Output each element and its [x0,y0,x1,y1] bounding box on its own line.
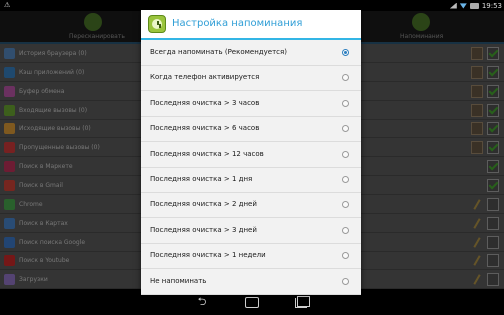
reminder-option[interactable]: Последняя очистка > 1 недели [141,243,361,270]
radio-button[interactable] [342,125,349,133]
reminder-option[interactable]: Последняя очистка > 3 дней [141,218,361,244]
recent-apps-icon[interactable] [294,295,312,309]
dialog-title: Настройка напоминания [172,18,303,29]
status-indicators: 19:53 [449,0,502,11]
battery-icon [469,2,479,9]
screen: ⚠ 19:53 Пересканировать Напоминания Исто… [0,0,504,315]
reminder-option-label: Всегда напоминать (Рекомендуется) [150,48,287,56]
wifi-icon [459,3,467,9]
reminder-option[interactable]: Последняя очистка > 6 часов [141,116,361,143]
status-time: 19:53 [481,1,502,10]
reminder-option-label: Последняя очистка > 2 дней [150,200,257,209]
reminder-option[interactable]: Последняя очистка > 3 часов [141,91,361,117]
radio-button[interactable] [342,49,349,56]
reminder-settings-dialog: Настройка напоминания Всегда напоминать … [141,10,361,295]
reminder-option[interactable]: Последняя очистка > 12 часов [141,142,361,168]
signal-icon [449,2,457,9]
reminder-option[interactable]: Последняя очистка > 2 дней [141,192,361,219]
radio-button[interactable] [342,226,349,234]
warning-icon: ⚠ [4,1,11,9]
back-icon[interactable]: ⮌ [193,295,211,309]
radio-button[interactable] [342,74,349,82]
reminder-option-label: Не напоминать [150,276,207,285]
reminder-option-label: Когда телефон активируется [150,73,260,82]
reminder-option-label: Последняя очистка > 12 часов [150,149,264,158]
reminder-option-label: Последняя очистка > 1 дня [150,175,253,183]
reminder-option[interactable]: Последняя очистка > 1 дня [141,167,361,193]
reminder-option-label: Последняя очистка > 6 часов [150,124,260,133]
radio-button[interactable] [342,150,349,158]
radio-button[interactable] [342,176,349,183]
home-icon[interactable] [243,295,261,309]
radio-button[interactable] [342,99,349,107]
reminder-option-label: Последняя очистка > 3 часов [150,98,260,107]
reminder-option-label: Последняя очистка > 1 недели [150,251,266,260]
dialog-header: Настройка напоминания [141,10,361,38]
radio-button[interactable] [342,201,349,209]
reminder-option[interactable]: Не напоминать [141,269,361,295]
clock-icon [148,15,166,33]
reminder-option[interactable]: Всегда напоминать (Рекомендуется) [141,40,361,66]
radio-button[interactable] [342,277,349,285]
radio-button[interactable] [342,252,349,260]
reminder-option-label: Последняя очистка > 3 дней [150,225,257,234]
reminder-option[interactable]: Когда телефон активируется [141,65,361,92]
